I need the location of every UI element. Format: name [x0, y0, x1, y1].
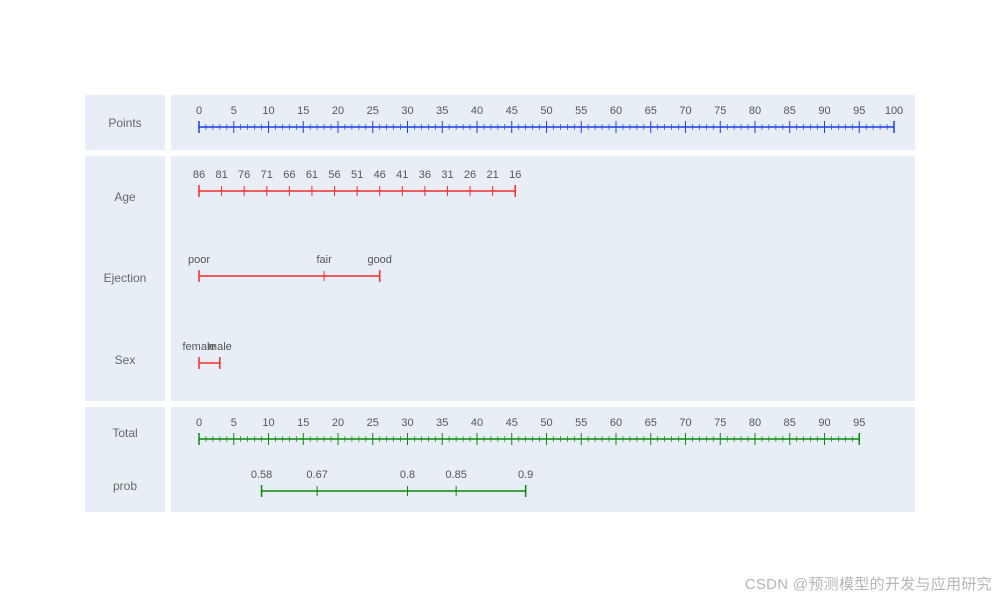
tick-label: 46	[374, 169, 386, 181]
section-points: Points 0 5 10 15 20 25 30 35 40 45 50 55 60 65 70 75 80 8…	[85, 95, 915, 150]
tick-label: 81	[215, 169, 227, 181]
tick-label: 15	[297, 105, 309, 117]
tick-label: 0.9	[518, 469, 533, 481]
tick-label: 95	[853, 417, 865, 429]
tick-label: 75	[714, 105, 726, 117]
tick-label: 30	[401, 417, 413, 429]
tick-label: 80	[749, 417, 761, 429]
tick-label: 10	[262, 105, 274, 117]
section-totals: Total prob 0 5 10 15 20 25 30 35 40 45 50 55 60 65 70 7…	[85, 407, 915, 512]
tick-label: 85	[784, 417, 796, 429]
tick-label: 30	[401, 105, 413, 117]
tick-label: 10	[262, 417, 274, 429]
tick-label: 60	[610, 105, 622, 117]
tick-label: 60	[610, 417, 622, 429]
nomogram-chart: Points 051015202530354045505560657075808…	[85, 95, 915, 518]
tick-label: 21	[487, 169, 499, 181]
tick-label: 40	[471, 105, 483, 117]
tick-label: 0.67	[306, 469, 327, 481]
label-col: Age Ejection Sex	[85, 156, 165, 401]
tick-label: 5	[231, 417, 237, 429]
tick-label: 86	[193, 169, 205, 181]
axis-age: 86 81 76 71 66 61 56 51 46 41 36 31 26 21 16	[171, 169, 915, 204]
watermark: CSDN @预测模型的开发与应用研究	[745, 573, 992, 594]
tick-label: poor	[188, 254, 210, 266]
tick-label: 85	[784, 105, 796, 117]
label-prob: prob	[113, 479, 137, 493]
label-col: Total prob	[85, 407, 165, 512]
tick-label: 65	[645, 105, 657, 117]
axis-ejection: poor fair good	[171, 254, 915, 289]
tick-label: 75	[714, 417, 726, 429]
axes-col: 86 81 76 71 66 61 56 51 46 41 36 31 26 21 16 poor fair g…	[171, 156, 915, 401]
tick-label: 16	[509, 169, 521, 181]
tick-label: 45	[506, 105, 518, 117]
tick-label: 80	[749, 105, 761, 117]
tick-label: 25	[367, 105, 379, 117]
axis-points: 0 5 10 15 20 25 30 35 40 45 50 55 60 65 70 75 80 85 90 95 10…	[171, 105, 915, 140]
tick-label: 61	[306, 169, 318, 181]
tick-label: 0.58	[251, 469, 272, 481]
tick-label: 26	[464, 169, 476, 181]
tick-label: 50	[540, 105, 552, 117]
tick-label: good	[367, 254, 391, 266]
tick-label: 90	[818, 417, 830, 429]
tick-label: 55	[575, 417, 587, 429]
tick-label: 70	[679, 417, 691, 429]
axes-col: 0 5 10 15 20 25 30 35 40 45 50 55 60 65 70 75 80 85 90 95 10…	[171, 95, 915, 150]
tick-label: 0	[196, 105, 202, 117]
tick-label: 0	[196, 417, 202, 429]
tick-label: 51	[351, 169, 363, 181]
axis-total: 0 5 10 15 20 25 30 35 40 45 50 55 60 65 70 75 80 85 90 95	[171, 417, 915, 452]
tick-label: 20	[332, 417, 344, 429]
tick-label: 90	[818, 105, 830, 117]
axis-sex: femalemale	[171, 341, 915, 376]
label-col: Points	[85, 95, 165, 150]
section-predictors: Age Ejection Sex 86 81 76 71 66 61 56 51 46 41 36 3…	[85, 156, 915, 401]
label-sex: Sex	[115, 353, 136, 367]
tick-label: fair	[316, 254, 331, 266]
label-total: Total	[112, 426, 137, 440]
tick-label: 71	[261, 169, 273, 181]
tick-label: 55	[575, 105, 587, 117]
axis-prob: 0.58 0.67 0.8 0.85 0.9	[171, 469, 915, 504]
label-points: Points	[108, 116, 141, 130]
tick-label: 0.8	[400, 469, 415, 481]
tick-label: 66	[283, 169, 295, 181]
tick-label: 15	[297, 417, 309, 429]
tick-label: 45	[506, 417, 518, 429]
tick-label: 65	[645, 417, 657, 429]
label-ejection: Ejection	[104, 271, 147, 285]
tick-label: 31	[441, 169, 453, 181]
tick-label: male	[208, 341, 232, 353]
tick-label: 35	[436, 105, 448, 117]
tick-label: 100	[885, 105, 903, 117]
tick-label: 56	[328, 169, 340, 181]
tick-label: 70	[679, 105, 691, 117]
tick-label: 35	[436, 417, 448, 429]
tick-label: 95	[853, 105, 865, 117]
tick-label: 25	[367, 417, 379, 429]
tick-label: 50	[540, 417, 552, 429]
label-age: Age	[114, 190, 135, 204]
tick-label: 20	[332, 105, 344, 117]
tick-label: 5	[231, 105, 237, 117]
tick-label: 0.85	[445, 469, 466, 481]
tick-label: 40	[471, 417, 483, 429]
tick-label: 76	[238, 169, 250, 181]
axes-col: 0 5 10 15 20 25 30 35 40 45 50 55 60 65 70 75 80 85 90 95 0…	[171, 407, 915, 512]
tick-label: 36	[419, 169, 431, 181]
tick-label: 41	[396, 169, 408, 181]
